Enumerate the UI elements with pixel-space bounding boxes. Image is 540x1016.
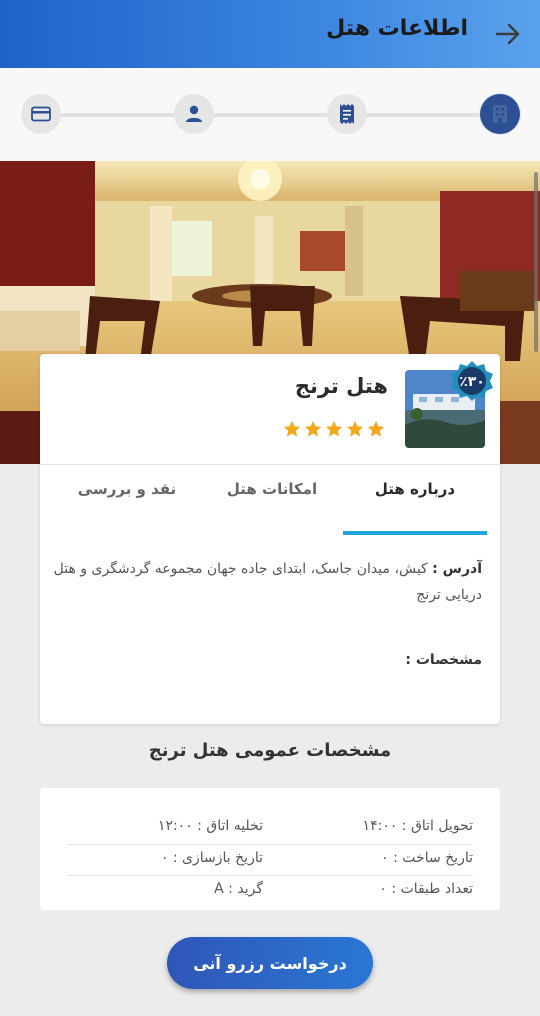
general-specs-card: تحویل اتاق : ۱۴:۰۰ تخلیه اتاق : ۱۲:۰۰ تا… [40, 788, 500, 910]
build-date: تاریخ ساخت : ۰ [381, 850, 473, 866]
specs-label: مشخصات : [405, 652, 482, 668]
app-header: اطلاعات هتل [0, 0, 540, 68]
arrow-right-icon [495, 23, 520, 45]
receipt-icon [340, 104, 354, 124]
general-specs-title: مشخصات عمومی هتل ترنج [148, 740, 392, 761]
back-button[interactable] [492, 20, 524, 48]
card-divider [40, 464, 500, 465]
floor-count: تعداد طبقات : ۰ [379, 881, 473, 897]
step-hotel[interactable] [480, 94, 520, 134]
hotel-grade: گرید : A [214, 881, 263, 897]
renovation-date: تاریخ بازسازی : ۰ [160, 850, 263, 866]
step-payment[interactable] [21, 94, 61, 134]
hotel-name: هتل ترنج [294, 374, 388, 398]
page-title: اطلاعات هتل [326, 16, 468, 41]
stepper-track [60, 113, 480, 117]
row-divider [67, 875, 473, 876]
star-icon [304, 420, 322, 437]
person-icon [186, 105, 202, 122]
star-icon [346, 420, 364, 437]
active-tab-indicator [343, 531, 487, 535]
hotel-building-icon [493, 105, 507, 123]
step-invoice[interactable] [327, 94, 367, 134]
spec-row: تعداد طبقات : ۰ گرید : A [67, 881, 473, 911]
scrollbar-thumb[interactable] [534, 172, 538, 352]
row-divider [67, 844, 473, 845]
star-icon [367, 420, 385, 437]
hotel-info-card: ٪۳۰ هتل ترنج درباره هتل امکانات هتل نقد … [40, 354, 500, 724]
address-value: کیش، میدان جاسک، ابتدای جاده جهان مجموعه… [53, 561, 482, 603]
address-label: آدرس : [432, 561, 482, 577]
credit-card-icon [31, 106, 51, 122]
discount-badge: ٪۳۰ [450, 360, 494, 404]
hotel-address: آدرس : کیش، میدان جاسک، ابتدای جاده جهان… [52, 556, 482, 608]
tab-hotel-facilities[interactable]: امکانات هتل [200, 480, 344, 520]
star-rating [283, 420, 385, 438]
discount-badge-text: ٪۳۰ [459, 374, 485, 390]
tab-about-hotel[interactable]: درباره هتل [343, 480, 487, 520]
check-in-time: تحویل اتاق : ۱۴:۰۰ [362, 818, 473, 834]
star-icon [325, 420, 343, 437]
check-out-time: تخلیه اتاق : ۱۲:۰۰ [157, 818, 263, 834]
tab-reviews[interactable]: نقد و بررسی [55, 480, 199, 520]
instant-reserve-button[interactable]: درخواست رزرو آنی [167, 937, 373, 989]
step-passenger[interactable] [174, 94, 214, 134]
star-icon [283, 420, 301, 437]
